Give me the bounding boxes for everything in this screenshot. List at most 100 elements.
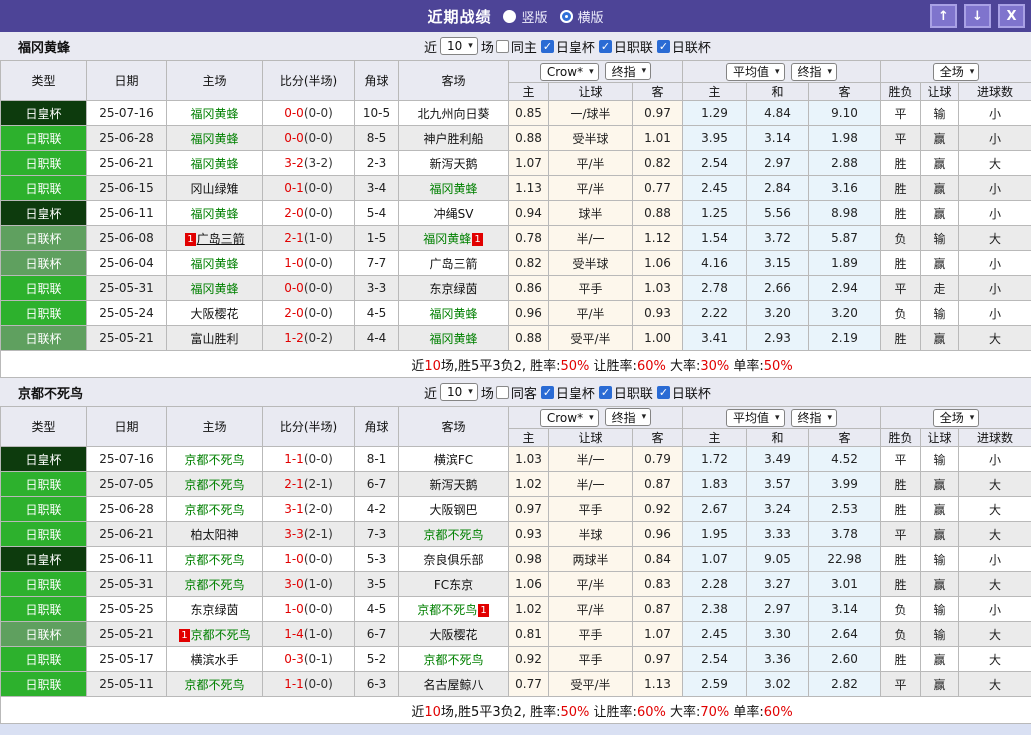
avg-draw-odds: 2.93 bbox=[746, 325, 810, 351]
same-venue-checkbox[interactable]: 同客 bbox=[494, 383, 537, 402]
avg-away-odds: 9.10 bbox=[808, 100, 882, 126]
away-team-cell: 京都不死鸟 bbox=[398, 521, 509, 547]
vertical-layout-radio[interactable]: 竖版 bbox=[503, 7, 548, 26]
summary-row: 近10场,胜5平3负2, 胜率:50% 让胜率:60% 大率:30% 单率:50… bbox=[0, 350, 1031, 378]
competition-checkbox-3[interactable]: ✓ 日联杯 bbox=[655, 37, 711, 56]
match-row: 日职联 25-05-31 福冈黄蜂 0-0(0-0) 3-3 东京绿茵 0.86 平手 1.03… bbox=[0, 275, 1031, 301]
check-icon: ✓ bbox=[658, 39, 669, 53]
match-date-cell: 25-06-11 bbox=[86, 546, 167, 572]
home-team-name: 福冈黄蜂 bbox=[190, 131, 239, 146]
avg-type-select[interactable]: 平均值 ▾ bbox=[725, 408, 785, 427]
avg-away-odds: 2.88 bbox=[808, 150, 882, 176]
match-date-cell: 25-05-25 bbox=[86, 596, 167, 622]
full-time-score: 0-3 bbox=[284, 652, 304, 666]
table-body: 日皇杯 25-07-16 福冈黄蜂 0-0(0-0) 10-5 北九州向日葵 0.85 一/球… bbox=[0, 100, 1031, 351]
result-handicap: 走 bbox=[920, 275, 960, 301]
competition-checkbox-2[interactable]: ✓ 日职联 bbox=[597, 37, 653, 56]
result-outcome: 负 bbox=[880, 596, 922, 622]
result-goals: 小 bbox=[958, 100, 1031, 126]
avg-home-odds: 2.78 bbox=[682, 275, 748, 301]
away-team-name: FC东京 bbox=[433, 577, 474, 592]
home-team-cell: 京都不死鸟 bbox=[166, 496, 263, 522]
team-section-2: 京都不死鸟近 10 ▾ 场 同客 ✓ 日皇杯 ✓ 日职联 ✓ 日联杯 类型 日期 主场 比分(半场) 角… bbox=[0, 378, 1031, 724]
avg-draw-odds: 3.02 bbox=[746, 671, 810, 697]
scope-select[interactable]: 全场 ▾ bbox=[932, 408, 980, 427]
same-venue-checkbox[interactable]: 同主 bbox=[494, 37, 537, 56]
result-outcome: 胜 bbox=[880, 150, 922, 176]
full-time-score: 2-0 bbox=[284, 306, 304, 320]
handicap-home-odds: 0.97 bbox=[508, 496, 549, 522]
avg-stage-select[interactable]: 终指 ▾ bbox=[790, 408, 838, 427]
sub-column-header-7: 胜负 bbox=[880, 82, 922, 101]
match-date-cell: 25-06-04 bbox=[86, 250, 167, 276]
away-team-cell: 奈良俱乐部 bbox=[398, 546, 509, 572]
radio-selected-icon bbox=[559, 9, 573, 23]
competition-checkbox-3[interactable]: ✓ 日联杯 bbox=[655, 383, 711, 402]
match-date-cell: 25-05-11 bbox=[86, 671, 167, 697]
summary-part: 10 bbox=[424, 358, 441, 374]
home-team-cell: 福冈黄蜂 bbox=[166, 275, 263, 301]
odds-company-select[interactable]: Crow* ▾ bbox=[539, 408, 599, 427]
handicap-home-odds: 0.81 bbox=[508, 621, 549, 647]
avg-type-select-value: 平均值 bbox=[732, 411, 769, 425]
scope-select[interactable]: 全场 ▾ bbox=[932, 62, 980, 81]
handicap-home-odds: 0.85 bbox=[508, 100, 549, 126]
dropdown-arrow-icon: ▾ bbox=[641, 66, 647, 77]
avg-away-odds: 4.52 bbox=[808, 446, 882, 472]
away-team-name: 福冈黄蜂 bbox=[423, 231, 472, 246]
odds-company-select[interactable]: Crow* ▾ bbox=[539, 62, 599, 81]
avg-home-odds: 1.29 bbox=[682, 100, 748, 126]
home-team-name[interactable]: 广岛三箭 bbox=[197, 232, 245, 246]
move-down-button[interactable]: ↓ bbox=[964, 4, 991, 28]
corner-cell: 4-2 bbox=[354, 496, 399, 522]
avg-home-odds: 2.45 bbox=[682, 175, 748, 201]
recent-count-select[interactable]: 10 ▾ bbox=[440, 37, 478, 55]
odds-stage-select[interactable]: 终指 ▾ bbox=[604, 62, 652, 81]
avg-stage-select[interactable]: 终指 ▾ bbox=[790, 62, 838, 81]
match-type-cell: 日皇杯 bbox=[0, 100, 87, 126]
horizontal-layout-label: 横版 bbox=[577, 10, 604, 26]
odds-stage-select[interactable]: 终指 ▾ bbox=[604, 408, 652, 427]
competition-2-box: ✓ bbox=[598, 39, 612, 53]
match-type-cell: 日皇杯 bbox=[0, 546, 87, 572]
handicap-home-odds: 0.77 bbox=[508, 671, 549, 697]
avg-draw-odds: 3.57 bbox=[746, 471, 810, 497]
match-date-cell: 25-07-16 bbox=[86, 100, 167, 126]
avg-away-odds: 3.78 bbox=[808, 521, 882, 547]
half-time-score: (0-0) bbox=[303, 256, 333, 270]
away-team-cell: 神户胜利船 bbox=[398, 125, 509, 151]
team-name: 福冈黄蜂 bbox=[18, 40, 71, 56]
competition-checkbox-2[interactable]: ✓ 日职联 bbox=[597, 383, 653, 402]
handicap-home-odds: 0.96 bbox=[508, 300, 549, 326]
window-title: 近期战绩 bbox=[427, 7, 492, 26]
result-handicap: 赢 bbox=[920, 200, 960, 226]
handicap-line: 平手 bbox=[548, 621, 633, 647]
result-goals: 大 bbox=[958, 621, 1031, 647]
full-time-score: 0-0 bbox=[284, 281, 304, 295]
competition-checkbox-1[interactable]: ✓ 日皇杯 bbox=[539, 383, 595, 402]
half-time-score: (2-1) bbox=[303, 477, 333, 491]
recent-count-select[interactable]: 10 ▾ bbox=[440, 383, 478, 401]
avg-type-select[interactable]: 平均值 ▾ bbox=[725, 62, 785, 81]
handicap-home-odds: 0.86 bbox=[508, 275, 549, 301]
move-up-button[interactable]: ↑ bbox=[930, 4, 957, 28]
home-team-cell: 京都不死鸟 bbox=[166, 471, 263, 497]
match-type-cell: 日皇杯 bbox=[0, 446, 87, 472]
corner-cell: 8-1 bbox=[354, 446, 399, 472]
avg-away-odds: 1.89 bbox=[808, 250, 882, 276]
away-team-name: 新泻天鹅 bbox=[429, 156, 478, 171]
rank-badge: 1 bbox=[472, 232, 483, 246]
column-header-5: 角球 bbox=[354, 406, 399, 447]
handicap-home-odds: 1.06 bbox=[508, 571, 549, 597]
dropdown-arrow-icon: ▾ bbox=[468, 387, 473, 397]
down-arrow-icon: ↓ bbox=[972, 8, 983, 24]
team-section-1: 福冈黄蜂近 10 ▾ 场 同主 ✓ 日皇杯 ✓ 日职联 ✓ 日联杯 类型 日期 主场 比分(半场) 角球… bbox=[0, 32, 1031, 378]
handicap-home-odds: 0.78 bbox=[508, 225, 549, 251]
home-team-name: 京都不死鸟 bbox=[190, 627, 251, 642]
competition-checkbox-1[interactable]: ✓ 日皇杯 bbox=[539, 37, 595, 56]
score-cell: 0-0(0-0) bbox=[262, 275, 355, 301]
horizontal-layout-radio[interactable]: 横版 bbox=[559, 7, 604, 26]
close-button[interactable]: X bbox=[998, 4, 1025, 28]
score-cell: 1-0(0-0) bbox=[262, 546, 355, 572]
away-team-name: 福冈黄蜂 bbox=[429, 331, 478, 346]
